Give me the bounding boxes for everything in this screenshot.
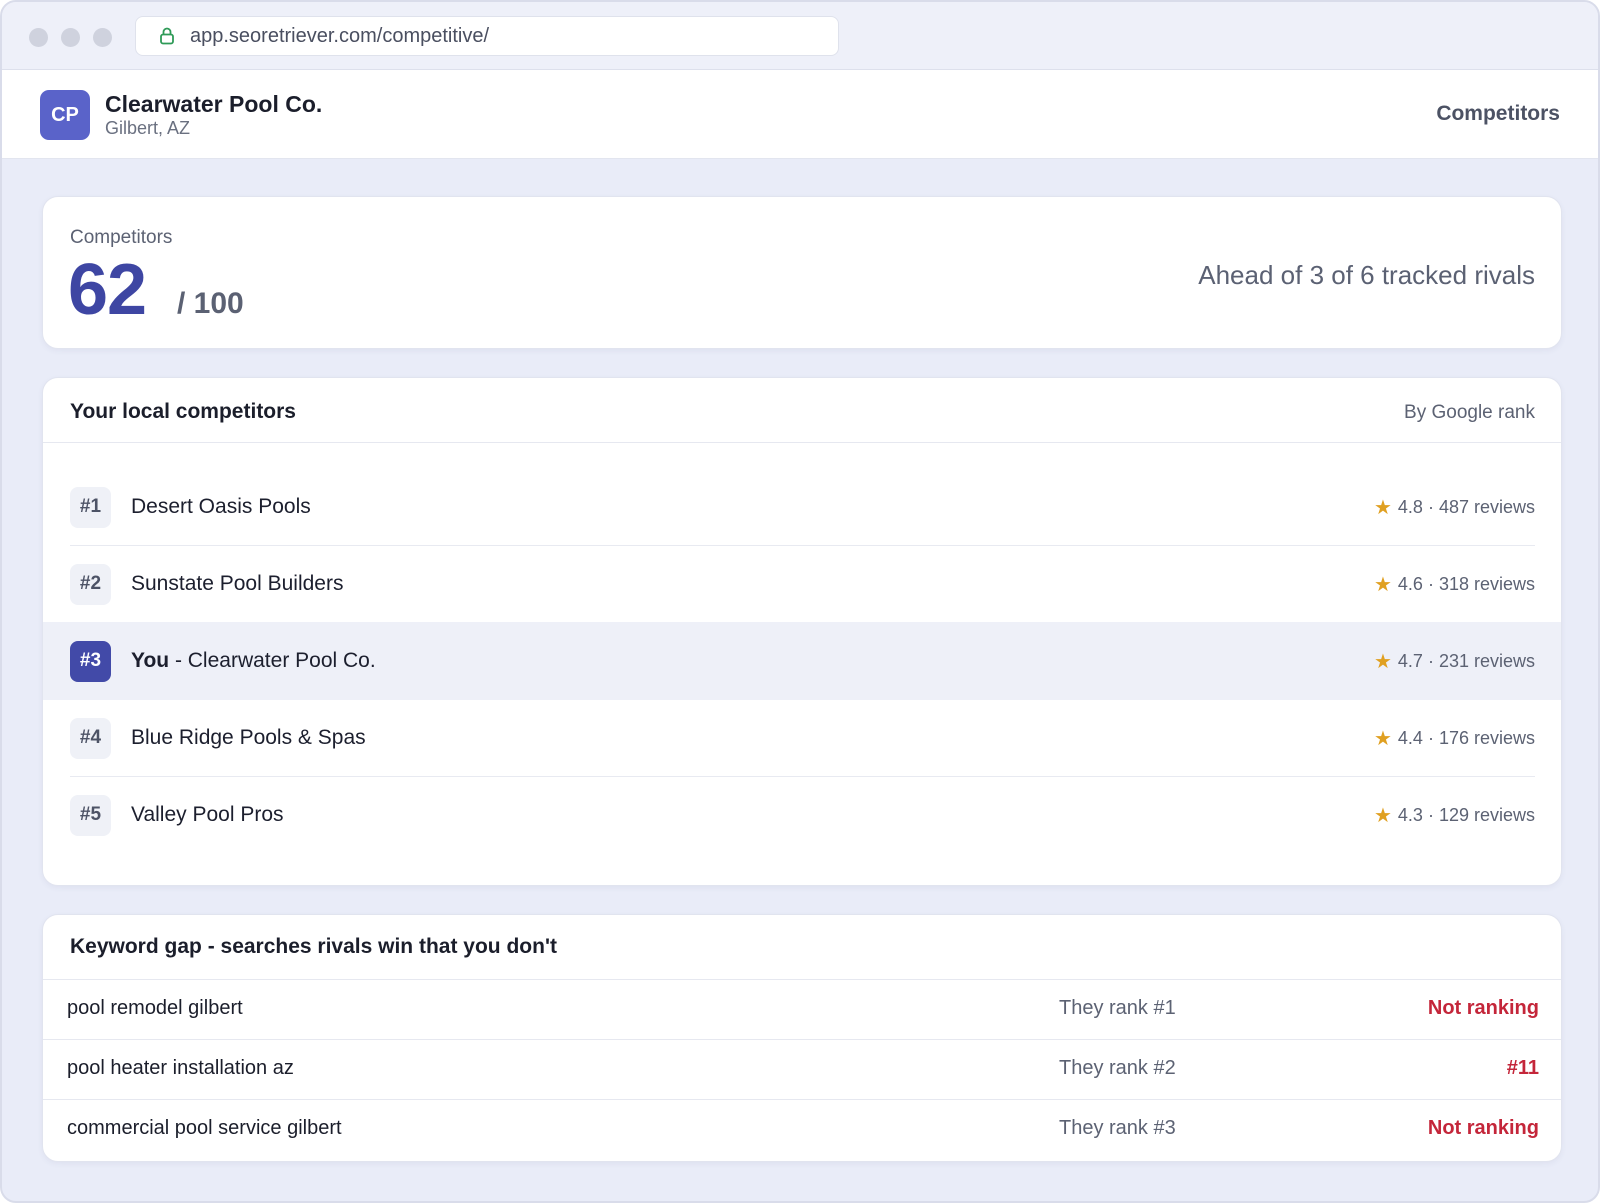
competitor-name: Valley Pool Pros xyxy=(131,803,284,827)
score-summary: Ahead of 3 of 6 tracked rivals xyxy=(1198,260,1535,290)
row-separator xyxy=(43,1099,1561,1100)
keyword-row[interactable]: pool heater installation az They rank #2… xyxy=(43,1039,1561,1100)
window-close-dot[interactable] xyxy=(29,28,48,47)
competitor-name: Sunstate Pool Builders xyxy=(131,572,343,596)
keyword: pool remodel gilbert xyxy=(67,997,243,1019)
keyword-row[interactable]: commercial pool service gilbert They ran… xyxy=(43,1099,1561,1160)
competitor-rating: ★ 4.7 · 231 reviews xyxy=(1374,649,1535,674)
their-rank: They rank #3 xyxy=(1059,1117,1176,1139)
score-label: Competitors xyxy=(70,227,173,248)
keyword-gap-card: Keyword gap - searches rivals win that y… xyxy=(42,914,1562,1162)
competitor-name-text: - Clearwater Pool Co. xyxy=(169,649,376,672)
browser-chrome: app.seoretriever.com/competitive/ xyxy=(2,2,1598,70)
competitors-title: Your local competitors xyxy=(70,400,296,423)
url-text[interactable]: app.seoretriever.com/competitive/ xyxy=(190,25,489,48)
star-icon: ★ xyxy=(1373,573,1392,596)
row-separator xyxy=(43,1039,1561,1040)
competitor-rating: ★ 4.6 · 318 reviews xyxy=(1374,572,1535,597)
business-logo: CP xyxy=(40,90,90,140)
rank-badge: #2 xyxy=(70,563,111,605)
keyword-gap-title: Keyword gap - searches rivals win that y… xyxy=(70,935,557,958)
competitor-row[interactable]: #2 Sunstate Pool Builders ★ 4.6 · 318 rev… xyxy=(43,545,1561,623)
rank-badge: #5 xyxy=(70,794,111,836)
competitors-card: Your local competitors By Google rank #1… xyxy=(42,377,1562,886)
rating-text: 4.8 · 487 reviews xyxy=(1397,496,1535,517)
star-icon: ★ xyxy=(1373,727,1392,750)
rank-badge: #4 xyxy=(70,717,111,759)
keyword-row[interactable]: pool remodel gilbert They rank #1 Not ra… xyxy=(43,979,1561,1040)
competitor-row[interactable]: #4 Blue Ridge Pools & Spas ★ 4.4 · 176 re… xyxy=(43,699,1561,777)
app-header: CP Clearwater Pool Co. Gilbert, AZ Compe… xyxy=(2,70,1598,159)
competitor-name: Blue Ridge Pools & Spas xyxy=(131,726,366,750)
your-rank: Not ranking xyxy=(1427,1117,1539,1139)
address-bar[interactable]: app.seoretriever.com/competitive/ xyxy=(135,16,839,56)
star-icon: ★ xyxy=(1373,496,1392,519)
competitor-name-text: Sunstate Pool Builders xyxy=(131,572,344,595)
rating-text: 4.3 · 129 reviews xyxy=(1397,804,1535,825)
competitor-rating: ★ 4.3 · 129 reviews xyxy=(1374,803,1535,828)
business-name: Clearwater Pool Co. xyxy=(105,91,323,117)
competitor-name: You - Clearwater Pool Co. xyxy=(131,649,376,673)
sort-label[interactable]: By Google rank xyxy=(1404,402,1535,424)
rating-text: 4.6 · 318 reviews xyxy=(1397,573,1535,594)
divider xyxy=(43,442,1561,443)
row-separator xyxy=(43,979,1561,980)
rank-badge: #3 xyxy=(70,640,111,682)
star-icon: ★ xyxy=(1373,804,1392,827)
nav-competitors[interactable]: Competitors xyxy=(1436,102,1560,126)
rating-text: 4.4 · 176 reviews xyxy=(1397,727,1535,748)
you-label: You xyxy=(131,649,170,672)
their-rank: They rank #1 xyxy=(1059,997,1176,1019)
score-value: 62 xyxy=(68,250,147,330)
competitor-name-text: Blue Ridge Pools & Spas xyxy=(131,726,366,749)
their-rank: They rank #2 xyxy=(1059,1057,1176,1079)
competitor-row[interactable]: #5 Valley Pool Pros ★ 4.3 · 129 reviews xyxy=(43,776,1561,854)
competitor-name-text: Valley Pool Pros xyxy=(131,803,284,826)
keyword: pool heater installation az xyxy=(67,1057,294,1079)
score-card: Competitors 62 / 100 Ahead of 3 of 6 tra… xyxy=(42,196,1562,349)
window-maximize-dot[interactable] xyxy=(93,28,112,47)
competitor-name: Desert Oasis Pools xyxy=(131,495,311,519)
keyword: commercial pool service gilbert xyxy=(67,1117,342,1139)
competitor-row[interactable]: #1 Desert Oasis Pools ★ 4.8 · 487 reviews xyxy=(43,468,1561,546)
competitor-rating: ★ 4.4 · 176 reviews xyxy=(1374,726,1535,751)
window-minimize-dot[interactable] xyxy=(61,28,80,47)
competitor-name-text: Desert Oasis Pools xyxy=(131,495,311,518)
lock-icon xyxy=(160,27,174,45)
rating-text: 4.7 · 231 reviews xyxy=(1397,650,1535,671)
your-rank: Not ranking xyxy=(1427,997,1539,1019)
star-icon: ★ xyxy=(1373,650,1392,673)
business-location: Gilbert, AZ xyxy=(105,118,191,138)
score-max: / 100 xyxy=(177,287,244,320)
your-rank: #11 xyxy=(1506,1057,1539,1079)
competitor-row-you[interactable]: #3 You - Clearwater Pool Co. ★ 4.7 · 231 … xyxy=(43,622,1561,700)
browser-window: app.seoretriever.com/competitive/ CP Cle… xyxy=(0,0,1600,1203)
competitor-rating: ★ 4.8 · 487 reviews xyxy=(1374,495,1535,520)
rank-badge: #1 xyxy=(70,486,111,528)
